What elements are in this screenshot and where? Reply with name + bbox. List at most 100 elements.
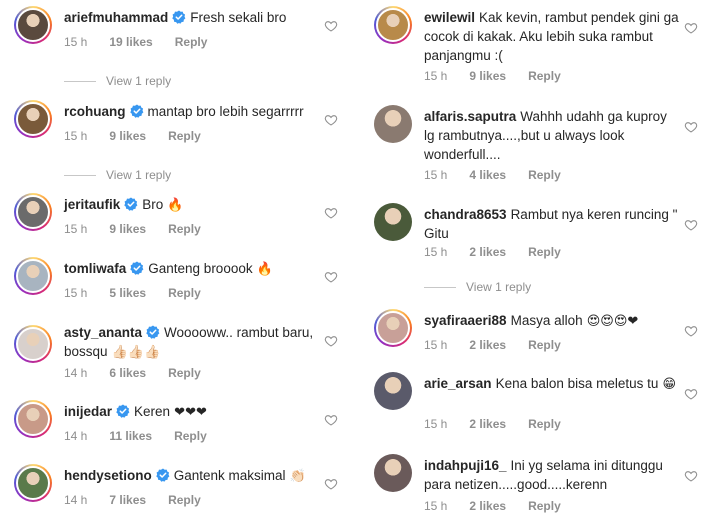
avatar-image xyxy=(374,105,412,143)
comment-meta: 15 h 2 likes Reply xyxy=(424,338,583,352)
avatar[interactable] xyxy=(14,193,52,231)
view-replies-line xyxy=(64,175,96,177)
comment-body: hendysetiono Gantenk maksimal 👏🏻 xyxy=(64,466,319,486)
comment-username[interactable]: hendysetiono xyxy=(64,468,152,483)
comment-likes[interactable]: 7 likes xyxy=(109,493,146,507)
avatar[interactable] xyxy=(14,257,52,295)
avatar[interactable] xyxy=(14,464,52,502)
comment-username[interactable]: ariefmuhammad xyxy=(64,10,168,25)
verified-badge-icon xyxy=(130,261,144,275)
view-replies-label: View 1 reply xyxy=(106,74,172,88)
comment-username[interactable]: inijedar xyxy=(64,404,112,419)
comment-username[interactable]: ewilewil xyxy=(424,10,475,25)
comment-text: Gantenk maksimal xyxy=(173,468,286,483)
avatar-image xyxy=(16,402,50,436)
comment-meta: 15 h 2 likes Reply xyxy=(424,245,583,259)
comment-username[interactable]: syafiraaeri88 xyxy=(424,313,507,328)
reply-button[interactable]: Reply xyxy=(168,366,201,380)
comment-time: 15 h xyxy=(64,222,88,236)
like-heart-icon[interactable] xyxy=(684,469,698,483)
comment-username[interactable]: chandra8653 xyxy=(424,207,507,222)
reply-button[interactable]: Reply xyxy=(168,286,201,300)
reply-button[interactable]: Reply xyxy=(528,168,561,182)
like-heart-icon[interactable] xyxy=(684,21,698,35)
comment-likes[interactable]: 2 likes xyxy=(469,338,506,352)
comment-likes[interactable]: 9 likes xyxy=(469,69,506,83)
comment-username[interactable]: indahpuji16_ xyxy=(424,458,507,473)
comment-emoji: ❤❤❤ xyxy=(170,405,207,420)
verified-badge-icon xyxy=(116,404,130,418)
comment-time: 15 h xyxy=(424,69,448,83)
reply-button[interactable]: Reply xyxy=(168,493,201,507)
comment-username[interactable]: asty_ananta xyxy=(64,325,142,340)
avatar[interactable] xyxy=(374,372,412,410)
view-replies-line xyxy=(64,81,96,83)
like-heart-icon[interactable] xyxy=(324,113,338,127)
comment-meta: 15 h 19 likes Reply xyxy=(64,35,229,49)
reply-button[interactable]: Reply xyxy=(528,417,561,431)
view-replies-button[interactable]: View 1 reply xyxy=(424,280,531,294)
comment-username[interactable]: alfaris.saputra xyxy=(424,109,516,124)
view-replies-label: View 1 reply xyxy=(466,280,532,294)
comment-username[interactable]: arie_arsan xyxy=(424,376,492,391)
reply-button[interactable]: Reply xyxy=(168,129,201,143)
like-heart-icon[interactable] xyxy=(684,218,698,232)
comment-meta: 15 h 9 likes Reply xyxy=(64,222,223,236)
comment-emoji: 🔥 xyxy=(252,262,273,277)
comment-likes[interactable]: 4 likes xyxy=(469,168,506,182)
comment-likes[interactable]: 2 likes xyxy=(469,245,506,259)
like-heart-icon[interactable] xyxy=(324,19,338,33)
avatar[interactable] xyxy=(14,325,52,363)
comment-body: asty_ananta Wooooww.. rambut baru, bossqu… xyxy=(64,323,319,362)
reply-button[interactable]: Reply xyxy=(528,499,561,513)
like-heart-icon[interactable] xyxy=(324,477,338,491)
verified-badge-icon xyxy=(156,468,170,482)
avatar-image xyxy=(16,8,50,42)
comment-body: arie_arsan Kena balon bisa meletus tu 😁 xyxy=(424,374,679,394)
comments-column-left: ariefmuhammad Fresh sekali bro 15 h 19 lik… xyxy=(0,0,360,520)
reply-button[interactable]: Reply xyxy=(528,245,561,259)
like-heart-icon[interactable] xyxy=(684,120,698,134)
verified-badge-icon xyxy=(146,325,160,339)
comment-likes[interactable]: 9 likes xyxy=(109,129,146,143)
like-heart-icon[interactable] xyxy=(324,334,338,348)
avatar-image xyxy=(16,259,50,293)
avatar[interactable] xyxy=(374,454,412,492)
avatar[interactable] xyxy=(14,6,52,44)
comment-body: rcohuang mantap bro lebih segarrrrr xyxy=(64,102,319,122)
reply-button[interactable]: Reply xyxy=(174,429,207,443)
comment-likes[interactable]: 19 likes xyxy=(109,35,152,49)
like-heart-icon[interactable] xyxy=(684,387,698,401)
reply-button[interactable]: Reply xyxy=(528,69,561,83)
avatar[interactable] xyxy=(14,400,52,438)
comment-username[interactable]: rcohuang xyxy=(64,104,126,119)
avatar[interactable] xyxy=(14,100,52,138)
comment-time: 14 h xyxy=(64,429,88,443)
comment-username[interactable]: jeritaufik xyxy=(64,197,120,212)
reply-button[interactable]: Reply xyxy=(168,222,201,236)
comment-time: 15 h xyxy=(424,499,448,513)
comment-likes[interactable]: 5 likes xyxy=(109,286,146,300)
reply-button[interactable]: Reply xyxy=(175,35,208,49)
comment-time: 15 h xyxy=(64,35,88,49)
reply-button[interactable]: Reply xyxy=(528,338,561,352)
comment-body: chandra8653 Rambut nya keren runcing " Gi… xyxy=(424,205,679,244)
avatar[interactable] xyxy=(374,203,412,241)
comment-likes[interactable]: 2 likes xyxy=(469,499,506,513)
like-heart-icon[interactable] xyxy=(324,413,338,427)
avatar[interactable] xyxy=(374,309,412,347)
like-heart-icon[interactable] xyxy=(324,206,338,220)
comment-likes[interactable]: 11 likes xyxy=(109,429,152,443)
avatar-image xyxy=(374,203,412,241)
comment-likes[interactable]: 9 likes xyxy=(109,222,146,236)
comment-likes[interactable]: 6 likes xyxy=(109,366,146,380)
comment-likes[interactable]: 2 likes xyxy=(469,417,506,431)
like-heart-icon[interactable] xyxy=(684,324,698,338)
avatar[interactable] xyxy=(374,105,412,143)
like-heart-icon[interactable] xyxy=(324,270,338,284)
view-replies-button[interactable]: View 1 reply xyxy=(64,168,171,182)
comment-username[interactable]: tomliwafa xyxy=(64,261,126,276)
view-replies-button[interactable]: View 1 reply xyxy=(64,74,171,88)
comment-time: 15 h xyxy=(424,338,448,352)
avatar[interactable] xyxy=(374,6,412,44)
